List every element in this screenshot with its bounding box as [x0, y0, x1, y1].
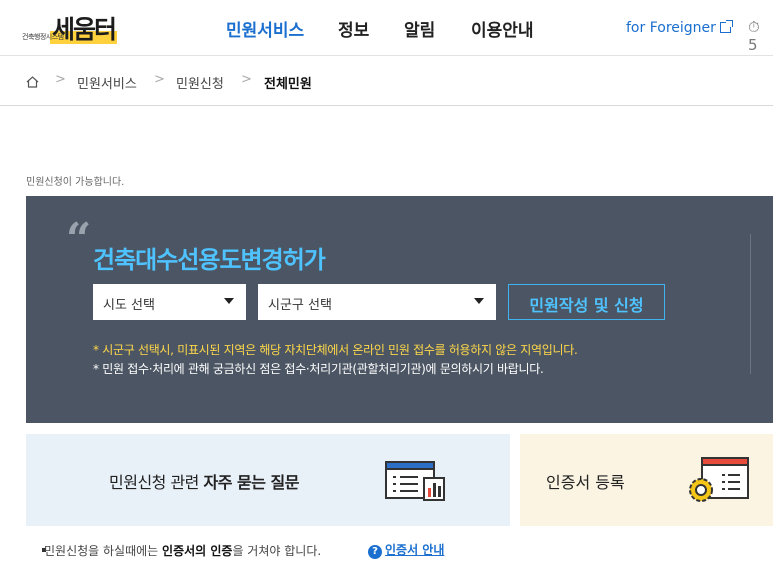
clock-icon[interactable]: ⏱ 5	[748, 18, 773, 54]
faq-label-prefix: 민원신청 관련	[109, 473, 204, 492]
quote-icon: “	[66, 214, 92, 265]
faq-document-icon	[385, 461, 445, 501]
dropdown-arrow-icon	[224, 298, 234, 304]
availability-text: 민원신청이 가능합니다.	[26, 177, 125, 188]
region-notice: * 시군구 선택시, 미표시된 지역은 해당 자치단체에서 온라인 민원 접수를…	[93, 343, 578, 357]
external-link-icon	[719, 20, 733, 33]
note-prefix: 민원신청을 하실때에는	[44, 544, 163, 558]
chevron-right-icon: >	[55, 72, 66, 87]
chevron-right-icon: >	[154, 72, 165, 87]
chevron-right-icon: >	[241, 72, 252, 87]
sido-select[interactable]: 시도 선택	[93, 284, 246, 320]
faq-card-label: 민원신청 관련 자주 묻는 질문	[109, 469, 299, 493]
top-header: 세움터 건축행정시스템 민원서비스 정보 알림 이용안내 for Foreign…	[0, 0, 773, 56]
certificate-guide-label: 인증서 안내	[385, 543, 445, 557]
for-foreigner-label: for Foreigner	[626, 20, 716, 36]
sigungu-select[interactable]: 시군구 선택	[258, 284, 496, 320]
faq-label-bold: 자주 묻는 질문	[203, 473, 300, 492]
certificate-requirement-note: 민원신청을 하실때에는 인증서의 인증을 거쳐야 합니다.	[44, 542, 321, 559]
nav-info[interactable]: 정보	[338, 16, 369, 41]
faq-card[interactable]: 민원신청 관련 자주 묻는 질문	[26, 434, 510, 526]
service-title: 건축대수선용도변경허가	[93, 246, 326, 274]
dropdown-arrow-icon	[474, 298, 484, 304]
certificate-gear-icon	[689, 457, 749, 502]
breadcrumb-item[interactable]: 민원서비스	[77, 73, 137, 92]
logo[interactable]: 세움터 건축행정시스템	[22, 10, 142, 44]
note-suffix: 을 거쳐야 합니다.	[232, 544, 322, 558]
logo-subtitle: 건축행정시스템	[22, 33, 64, 41]
breadcrumb-item[interactable]: 민원신청	[176, 73, 224, 92]
apply-button[interactable]: 민원작성 및 신청	[508, 284, 665, 320]
nav-civil-service[interactable]: 민원서비스	[226, 16, 304, 41]
certificate-card-label: 인증서 등록	[546, 473, 625, 492]
certificate-card[interactable]: 인증서 등록	[520, 434, 773, 526]
home-icon[interactable]	[26, 76, 39, 88]
question-icon: ?	[368, 545, 382, 559]
nav-guide[interactable]: 이용안내	[471, 16, 534, 41]
breadcrumb-current: 전체민원	[264, 77, 312, 92]
contact-notice: * 민원 접수·처리에 관해 궁금하신 점은 접수·처리기관(관할처리기관)에 …	[93, 362, 544, 376]
sigungu-select-value: 시군구 선택	[268, 298, 332, 313]
sido-select-value: 시도 선택	[103, 298, 155, 313]
breadcrumb: > 민원서비스 > 민원신청 > 전체민원	[0, 57, 773, 106]
for-foreigner-link[interactable]: for Foreigner	[626, 20, 733, 36]
certificate-guide-link[interactable]: ? 인증서 안내	[368, 541, 444, 559]
note-bold: 인증서의 인증	[162, 544, 233, 558]
nav-notice[interactable]: 알림	[404, 16, 435, 41]
divider	[750, 234, 751, 374]
application-panel: “ 건축대수선용도변경허가 시도 선택 시군구 선택 민원작성 및 신청 * 시…	[26, 196, 773, 423]
